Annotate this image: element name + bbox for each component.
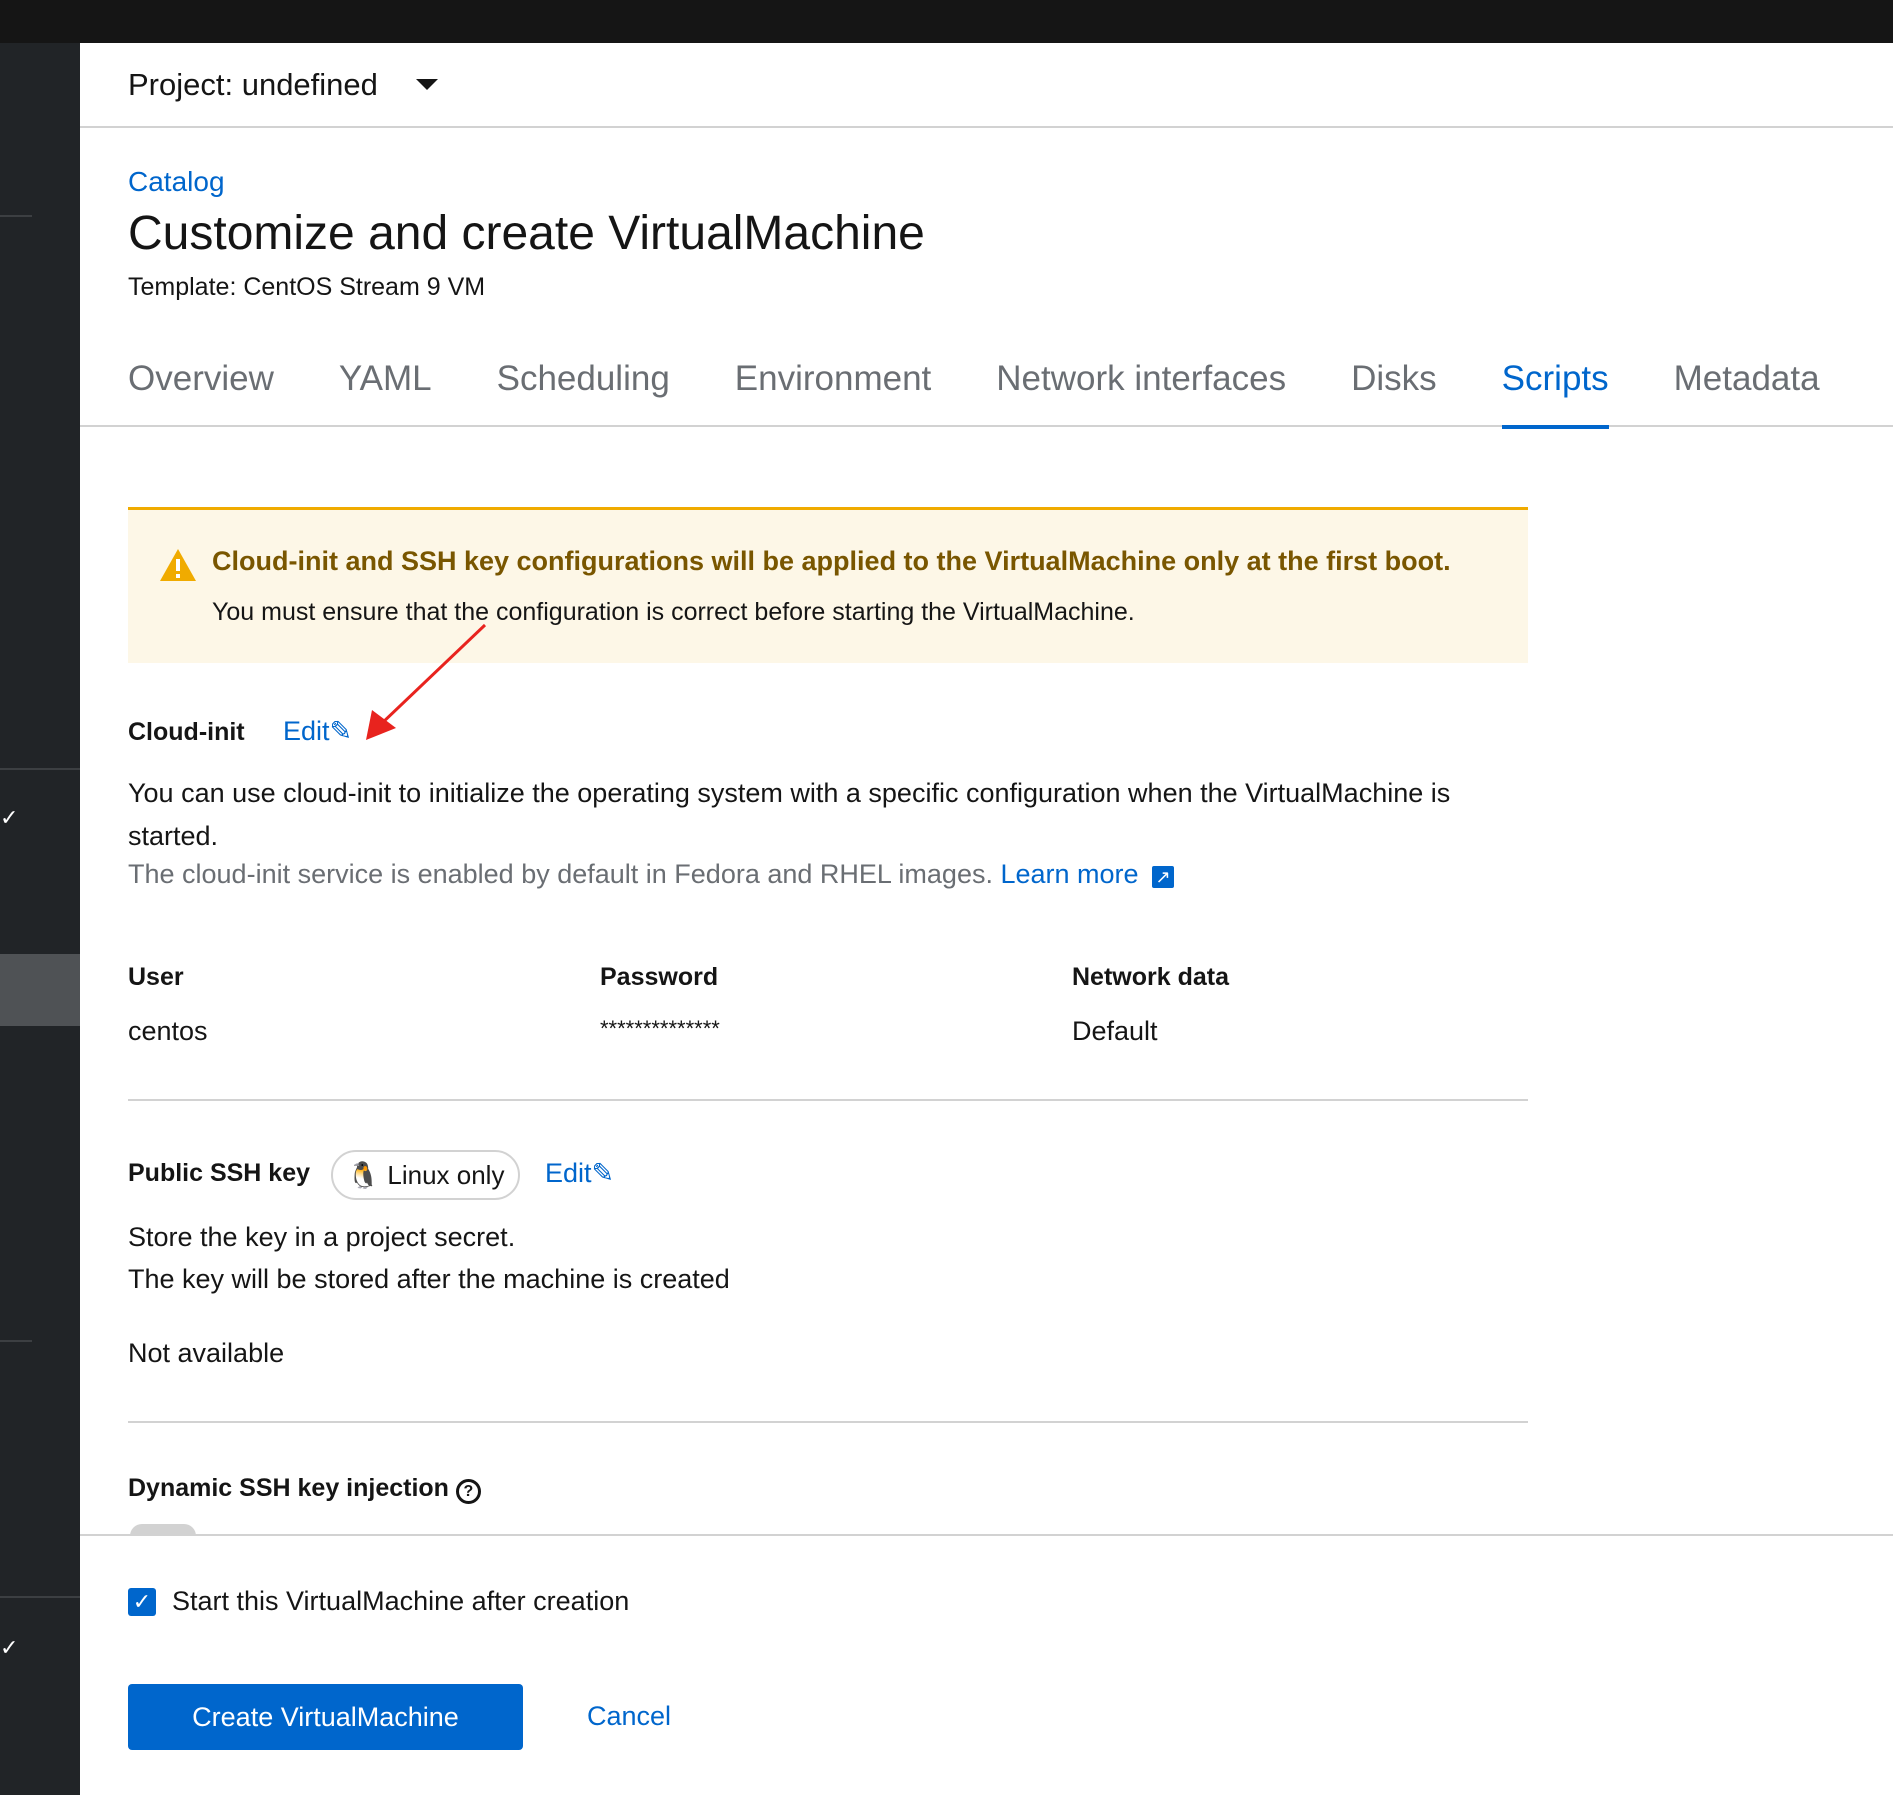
tab-environment[interactable]: Environment bbox=[735, 355, 931, 427]
annotation-arrow bbox=[366, 623, 487, 740]
cancel-button[interactable]: Cancel bbox=[587, 1701, 671, 1732]
password-value: ************** bbox=[600, 1016, 720, 1041]
external-link-icon: ↗ bbox=[1152, 866, 1175, 888]
ssh-key-label: Public SSH key bbox=[128, 1159, 311, 1187]
alert-body: You must ensure that the configuration i… bbox=[212, 598, 1135, 626]
sidebar-check-icon[interactable]: ✓ bbox=[0, 1635, 18, 1661]
warning-alert: Cloud-init and SSH key configurations wi… bbox=[128, 507, 1528, 663]
create-vm-button[interactable]: Create VirtualMachine bbox=[128, 1684, 523, 1750]
warning-icon bbox=[160, 549, 196, 581]
network-data-label: Network data bbox=[1072, 963, 1229, 991]
sidebar: ✓ ✓ bbox=[0, 43, 80, 1795]
linux-icon: 🐧 bbox=[347, 1159, 380, 1190]
edit-label: Edit bbox=[545, 1158, 592, 1188]
breadcrumb-catalog[interactable]: Catalog bbox=[128, 166, 225, 198]
footer-divider bbox=[80, 1534, 1893, 1536]
linux-only-badge: 🐧 Linux only bbox=[331, 1150, 521, 1200]
sidebar-divider bbox=[0, 1340, 32, 1342]
cloud-init-helper: The cloud-init service is enabled by def… bbox=[128, 859, 1175, 890]
helper-text: The cloud-init service is enabled by def… bbox=[128, 859, 993, 889]
start-after-creation-label: Start this VirtualMachine after creation bbox=[172, 1586, 630, 1616]
learn-more-label: Learn more bbox=[1000, 859, 1139, 889]
caret-down-icon bbox=[415, 79, 438, 90]
sidebar-divider bbox=[0, 768, 80, 770]
password-label: Password bbox=[600, 963, 719, 991]
edit-label: Edit bbox=[283, 716, 330, 746]
pencil-icon: ✎ bbox=[591, 1158, 615, 1188]
tab-yaml[interactable]: YAML bbox=[339, 355, 432, 427]
ssh-edit-button[interactable]: Edit✎ bbox=[545, 1158, 614, 1189]
sidebar-divider bbox=[0, 1596, 80, 1598]
tab-scripts[interactable]: Scripts bbox=[1501, 355, 1609, 429]
tab-disks[interactable]: Disks bbox=[1351, 355, 1437, 427]
ssh-line-1: Store the key in a project secret. bbox=[128, 1222, 516, 1252]
cloud-init-label: Cloud-init bbox=[128, 718, 245, 746]
pencil-icon: ✎ bbox=[329, 716, 353, 746]
divider bbox=[128, 1421, 1528, 1423]
sidebar-check-icon[interactable]: ✓ bbox=[0, 805, 18, 831]
sidebar-item-selected[interactable] bbox=[0, 954, 80, 1026]
sidebar-divider bbox=[0, 215, 32, 217]
learn-more-link[interactable]: Learn more ↗ bbox=[1000, 859, 1175, 889]
tab-bar: Overview YAML Scheduling Environment Net… bbox=[80, 355, 1893, 429]
dynamic-ssh-label: Dynamic SSH key injection ? bbox=[128, 1474, 481, 1504]
project-selector[interactable]: Project: undefined bbox=[80, 43, 1893, 128]
divider bbox=[128, 1099, 1528, 1101]
top-bar bbox=[0, 0, 1893, 43]
start-after-creation-checkbox[interactable]: ✓ bbox=[128, 1588, 156, 1616]
ssh-line-2: The key will be stored after the machine… bbox=[128, 1264, 730, 1294]
tab-metadata[interactable]: Metadata bbox=[1674, 355, 1820, 427]
alert-title: Cloud-init and SSH key configurations wi… bbox=[212, 546, 1451, 576]
help-icon[interactable]: ? bbox=[455, 1479, 481, 1504]
badge-label: Linux only bbox=[387, 1159, 505, 1190]
cloud-init-edit-button[interactable]: Edit✎ bbox=[283, 716, 352, 747]
network-data-value: Default bbox=[1072, 1016, 1158, 1046]
tab-overview[interactable]: Overview bbox=[128, 355, 274, 427]
tab-network-interfaces[interactable]: Network interfaces bbox=[996, 355, 1286, 427]
page-subtitle: Template: CentOS Stream 9 VM bbox=[128, 273, 486, 301]
tab-scheduling[interactable]: Scheduling bbox=[497, 355, 670, 427]
page-title: Customize and create VirtualMachine bbox=[128, 207, 925, 260]
project-label: Project: undefined bbox=[128, 66, 378, 102]
user-label: User bbox=[128, 963, 184, 991]
cloud-init-description: You can use cloud-init to initialize the… bbox=[128, 778, 1451, 851]
dynamic-ssh-text: Dynamic SSH key injection bbox=[128, 1474, 449, 1502]
user-value: centos bbox=[128, 1016, 208, 1046]
ssh-key-value: Not available bbox=[128, 1338, 285, 1368]
